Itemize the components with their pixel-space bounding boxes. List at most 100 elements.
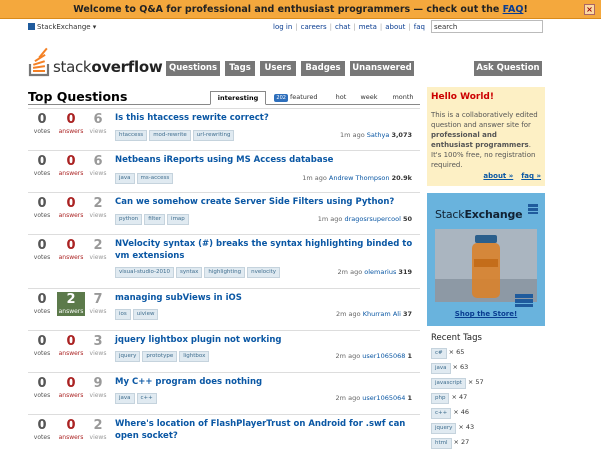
close-icon[interactable]: × — [584, 4, 595, 15]
user-link[interactable]: user1065068 — [362, 352, 405, 360]
view-count: 2 views — [89, 418, 107, 441]
tag[interactable]: highlighting — [204, 267, 246, 278]
welcome-title: Hello World! — [431, 92, 494, 102]
tag[interactable]: jquery — [431, 423, 457, 434]
ad-logo: StackExchange — [435, 208, 523, 221]
view-count: 6 views — [89, 112, 107, 135]
about-link[interactable]: about — [385, 23, 405, 31]
tag[interactable]: jquery — [115, 351, 141, 362]
question-title[interactable]: Where's location of FlashPlayerTrust on … — [115, 418, 415, 442]
answer-count-accepted: 2 answers — [57, 292, 85, 316]
user-link[interactable]: dragosrsupercool — [344, 215, 400, 223]
login-link[interactable]: log in — [273, 23, 292, 31]
user-reputation: 3,073 — [391, 131, 412, 139]
answer-count: 0 answers — [58, 112, 84, 135]
search-input[interactable] — [431, 20, 543, 33]
user-link[interactable]: user1065064 — [362, 394, 405, 402]
question-title[interactable]: Is this htaccess rewrite correct? — [115, 112, 415, 124]
shop-store-link[interactable]: Shop the Store! — [427, 310, 545, 318]
faq-sidebar-link[interactable]: faq » — [521, 172, 541, 180]
question-row: 0 votes 0 answers 6 views Is this htaccess … — [28, 108, 420, 150]
tag[interactable]: uiview — [132, 309, 159, 320]
notification-end: ! — [523, 4, 528, 15]
tag[interactable]: ms-access — [136, 173, 174, 184]
user-link[interactable]: olemarius — [364, 268, 396, 276]
tag[interactable]: python — [115, 214, 143, 225]
stackoverflow-logo[interactable]: stackoverflow — [28, 44, 163, 78]
logo-wordmark: stackoverflow — [53, 58, 163, 76]
stackexchange-store-ad[interactable]: StackExchange Shop the Store! — [427, 193, 545, 326]
vote-count: 0 votes — [33, 292, 51, 315]
user-link[interactable]: Sathya — [367, 131, 390, 139]
tag[interactable]: syntax — [176, 267, 203, 278]
question-title[interactable]: Can we somehow create Server Side Filter… — [115, 196, 415, 208]
tab-week[interactable]: week — [355, 91, 383, 105]
tag[interactable]: c++ — [431, 408, 452, 419]
recent-tag-row: html × 27 — [431, 438, 484, 450]
about-sidebar-link[interactable]: about » — [483, 172, 513, 180]
question-title[interactable]: Netbeans iReports using MS Access databa… — [115, 154, 415, 166]
question-title[interactable]: NVelocity syntax (#) breaks the syntax h… — [115, 238, 415, 262]
tag-count: × 27 — [453, 438, 470, 446]
nav-tags[interactable]: Tags — [225, 61, 255, 76]
faq-link[interactable]: FAQ — [503, 4, 524, 15]
nav-badges[interactable]: Badges — [301, 61, 345, 76]
vote-count: 0 votes — [33, 376, 51, 399]
question-meta: 2m ago user1065064 1 — [335, 394, 412, 402]
tag[interactable]: c# — [431, 348, 447, 359]
answer-count: 0 answers — [58, 418, 84, 441]
nav-unanswered[interactable]: Unanswered — [350, 61, 414, 76]
stackexchange-logo-icon — [28, 23, 35, 30]
tag[interactable]: java — [115, 173, 135, 184]
user-reputation: 50 — [402, 215, 412, 223]
answer-count: 0 answers — [58, 154, 84, 177]
page-title: Top Questions — [28, 89, 128, 104]
question-meta: 2m ago Khurram Ali 37 — [336, 310, 412, 318]
user-link[interactable]: Andrew Thompson — [329, 174, 390, 182]
tag[interactable]: lightbox — [179, 351, 210, 362]
stackexchange-menu[interactable]: StackExchange ▾ — [28, 23, 96, 31]
tag-list: htaccess mod-rewrite url-rewriting — [115, 130, 236, 141]
top-links: log in | careers | chat | meta | about | faq — [273, 23, 425, 31]
tag[interactable]: c++ — [136, 393, 157, 404]
tag[interactable]: java — [115, 393, 135, 404]
question-title[interactable]: managing subViews in iOS — [115, 292, 415, 304]
tag[interactable]: mod-rewrite — [149, 130, 191, 141]
recent-tag-row: c++ × 46 — [431, 408, 484, 423]
tag[interactable]: php — [431, 393, 450, 404]
faq-top-link[interactable]: faq — [414, 23, 425, 31]
tag[interactable]: imap — [167, 214, 189, 225]
tab-hot[interactable]: hot — [327, 91, 355, 105]
ask-question-button[interactable]: Ask Question — [474, 61, 542, 76]
tag[interactable]: filter — [144, 214, 166, 225]
question-row: 0 votes 0 answers 2 views Where's location … — [28, 414, 420, 450]
tag[interactable]: java — [431, 363, 451, 374]
tag[interactable]: visual-studio-2010 — [115, 267, 174, 278]
answer-count: 0 answers — [58, 196, 84, 219]
tag[interactable]: ios — [115, 309, 131, 320]
user-link[interactable]: Khurram Ali — [363, 310, 401, 318]
nav-users[interactable]: Users — [260, 61, 296, 76]
question-meta: 2m ago olemarius 319 — [337, 268, 412, 276]
tab-featured[interactable]: 202 featured — [272, 91, 320, 105]
stackexchange-glyph-icon — [528, 204, 538, 214]
featured-count-badge: 202 — [274, 94, 288, 102]
bottle-icon — [435, 229, 537, 302]
tab-interesting[interactable]: interesting — [210, 91, 266, 105]
tag[interactable]: htaccess — [115, 130, 148, 141]
tag[interactable]: nvelocity — [247, 267, 281, 278]
tag[interactable]: html — [431, 438, 452, 449]
meta-link[interactable]: meta — [359, 23, 377, 31]
tag[interactable]: url-rewriting — [192, 130, 235, 141]
user-reputation: 1 — [407, 394, 412, 402]
vote-count: 0 votes — [33, 334, 51, 357]
question-title[interactable]: jquery lightbox plugin not working — [115, 334, 415, 346]
careers-link[interactable]: careers — [301, 23, 327, 31]
chat-link[interactable]: chat — [335, 23, 350, 31]
tag[interactable]: javascript — [431, 378, 466, 389]
tag[interactable]: prototype — [142, 351, 178, 362]
question-title[interactable]: My C++ program does nothing — [115, 376, 415, 388]
nav-questions[interactable]: Questions — [166, 61, 220, 76]
answer-count: 0 answers — [58, 238, 84, 261]
tab-month[interactable]: month — [388, 91, 418, 105]
